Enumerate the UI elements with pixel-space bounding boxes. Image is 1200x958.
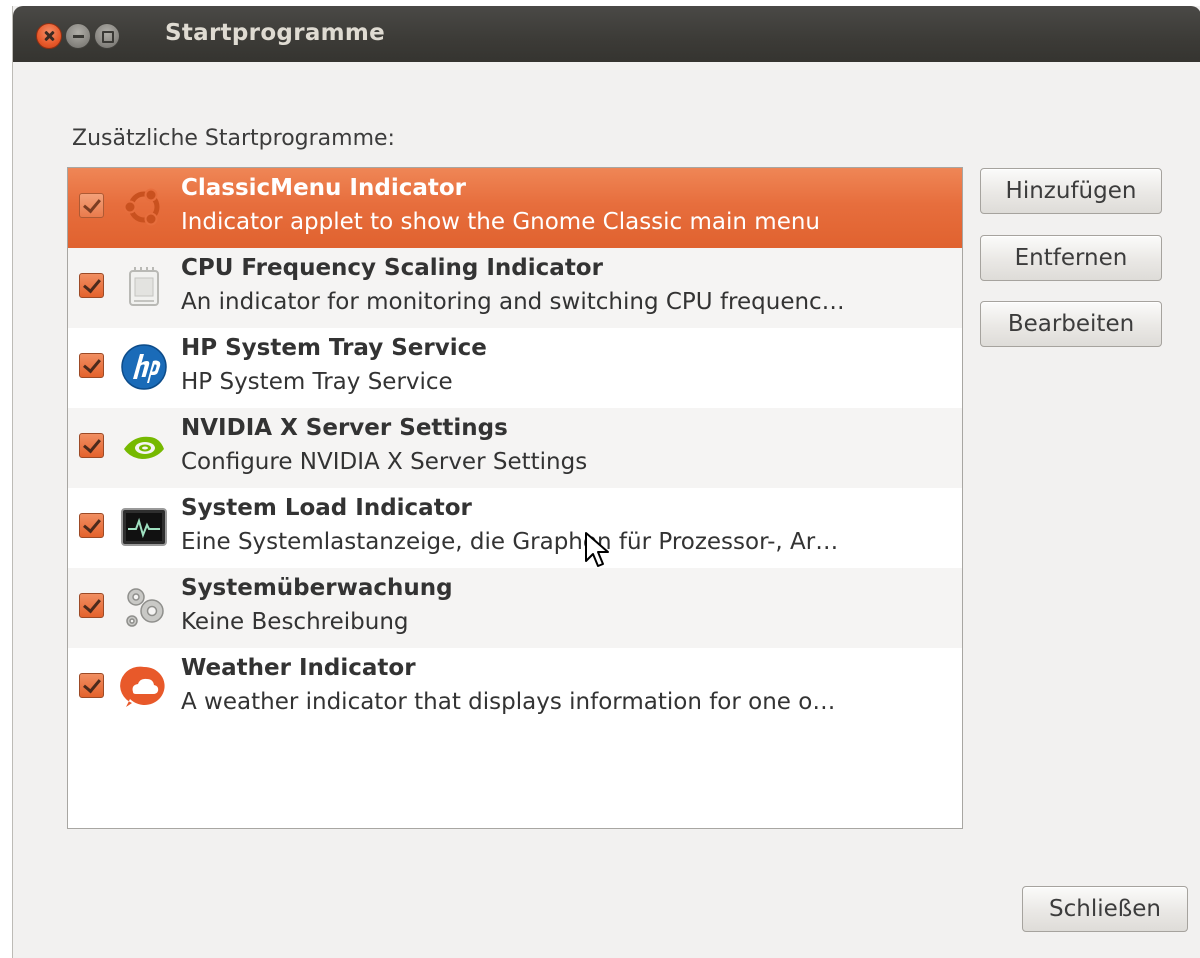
list-item[interactable]: System Load Indicator Eine Systemlastanz… [68,488,962,568]
list-item[interactable]: Systemüberwachung Keine Beschreibung [68,568,962,648]
hp-logo-icon [120,343,168,391]
title-bar[interactable]: Startprogramme [13,6,1200,62]
list-item[interactable]: NVIDIA X Server Settings Configure NVIDI… [68,408,962,488]
program-name: System Load Indicator [181,495,472,521]
list-item[interactable]: ClassicMenu Indicator Indicator applet t… [68,168,962,248]
list-item[interactable]: HP System Tray Service HP System Tray Se… [68,328,962,408]
enable-checkbox[interactable] [79,593,104,618]
program-description: Eine Systemlastanzeige, die Graphen für … [181,529,839,555]
program-name: Systemüberwachung [181,575,453,601]
enable-checkbox[interactable] [79,513,104,538]
startup-applications-dialog: Startprogramme Zusätzliche Startprogramm… [12,6,1200,958]
weather-cloud-icon [120,663,168,711]
window-minimize-button[interactable] [65,23,91,49]
window-title: Startprogramme [165,20,386,46]
system-monitor-icon [120,503,168,551]
add-button[interactable]: Hinzufügen [980,168,1162,214]
program-description: Keine Beschreibung [181,609,409,635]
close-button[interactable]: Schließen [1022,886,1188,932]
nvidia-logo-icon [120,423,168,471]
enable-checkbox[interactable] [79,433,104,458]
window-maximize-button[interactable] [94,23,120,49]
list-item[interactable]: Weather Indicator A weather indicator th… [68,648,962,728]
program-name: NVIDIA X Server Settings [181,415,508,441]
mouse-pointer-icon [585,532,609,567]
section-label: Zusätzliche Startprogramme: [72,126,395,151]
program-description: Configure NVIDIA X Server Settings [181,449,588,475]
enable-checkbox[interactable] [79,193,104,218]
window-close-button[interactable] [36,23,62,49]
list-item[interactable]: CPU Frequency Scaling Indicator An indic… [68,248,962,328]
program-name: HP System Tray Service [181,335,487,361]
program-name: Weather Indicator [181,655,416,681]
program-description: Indicator applet to show the Gnome Class… [181,209,821,235]
cpu-chip-icon [120,263,168,311]
startup-programs-list[interactable]: ClassicMenu Indicator Indicator applet t… [67,167,963,829]
program-description: A weather indicator that displays inform… [181,689,836,715]
remove-button[interactable]: Entfernen [980,235,1162,281]
enable-checkbox[interactable] [79,273,104,298]
ubuntu-logo-icon [120,183,168,231]
gears-icon [120,583,168,631]
program-description: An indicator for monitoring and switchin… [181,289,845,315]
enable-checkbox[interactable] [79,353,104,378]
program-name: ClassicMenu Indicator [181,175,466,201]
program-name: CPU Frequency Scaling Indicator [181,255,603,281]
program-description: HP System Tray Service [181,369,453,395]
enable-checkbox[interactable] [79,673,104,698]
edit-button[interactable]: Bearbeiten [980,301,1162,347]
